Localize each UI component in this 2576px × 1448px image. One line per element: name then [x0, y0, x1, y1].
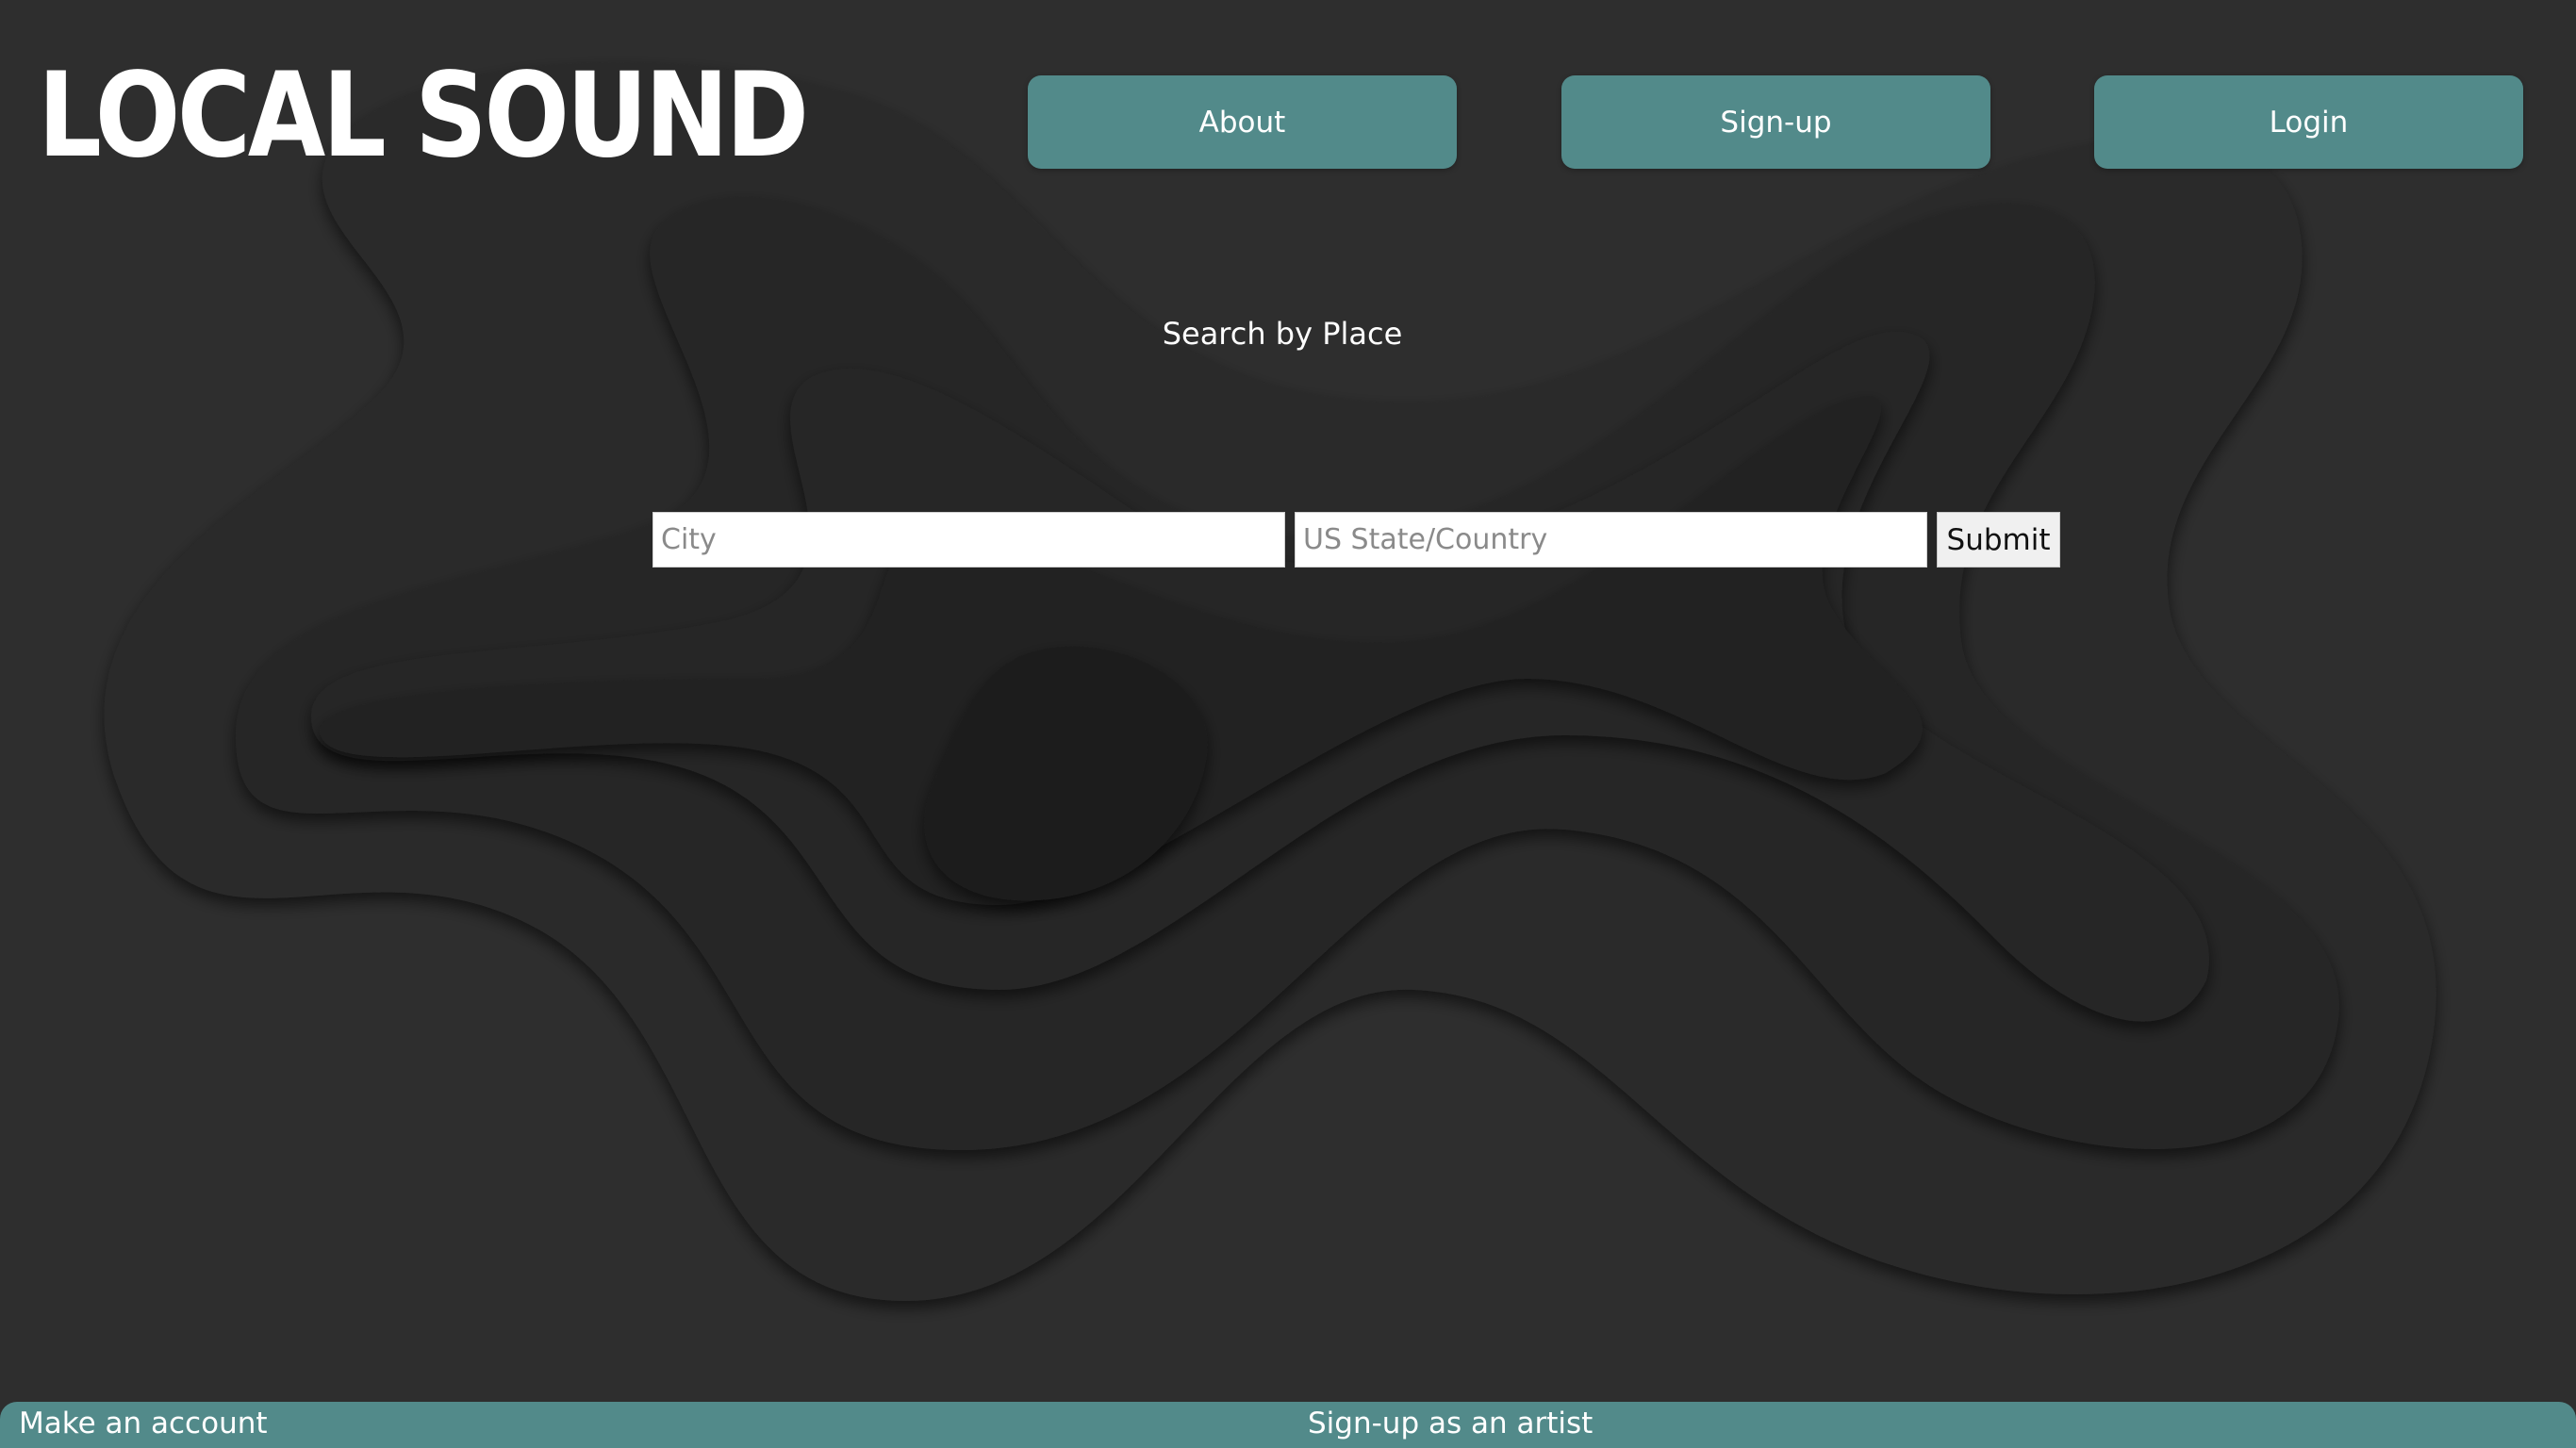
logo-text: LOCAL SOUND — [38, 48, 809, 184]
login-button[interactable]: Login — [2094, 75, 2523, 169]
search-heading: Search by Place — [1162, 316, 1403, 352]
footer-bar — [0, 1402, 2576, 1448]
search-heading-container: Search by Place — [0, 316, 2576, 352]
layered-background-art — [104, 62, 2436, 1301]
local-sound-logo[interactable]: LOCAL SOUND — [38, 55, 931, 177]
artist-signup-link[interactable]: Sign-up as an artist — [1308, 1407, 1593, 1440]
state-country-input[interactable] — [1295, 512, 1927, 568]
city-input[interactable] — [652, 512, 1285, 568]
about-button[interactable]: About — [1028, 75, 1457, 169]
signup-button[interactable]: Sign-up — [1561, 75, 1990, 169]
make-account-link[interactable]: Make an account — [19, 1407, 268, 1440]
landing-page: LOCAL SOUND About Sign-up Login Search b… — [0, 0, 2576, 1448]
submit-button[interactable]: Submit — [1937, 512, 2060, 568]
